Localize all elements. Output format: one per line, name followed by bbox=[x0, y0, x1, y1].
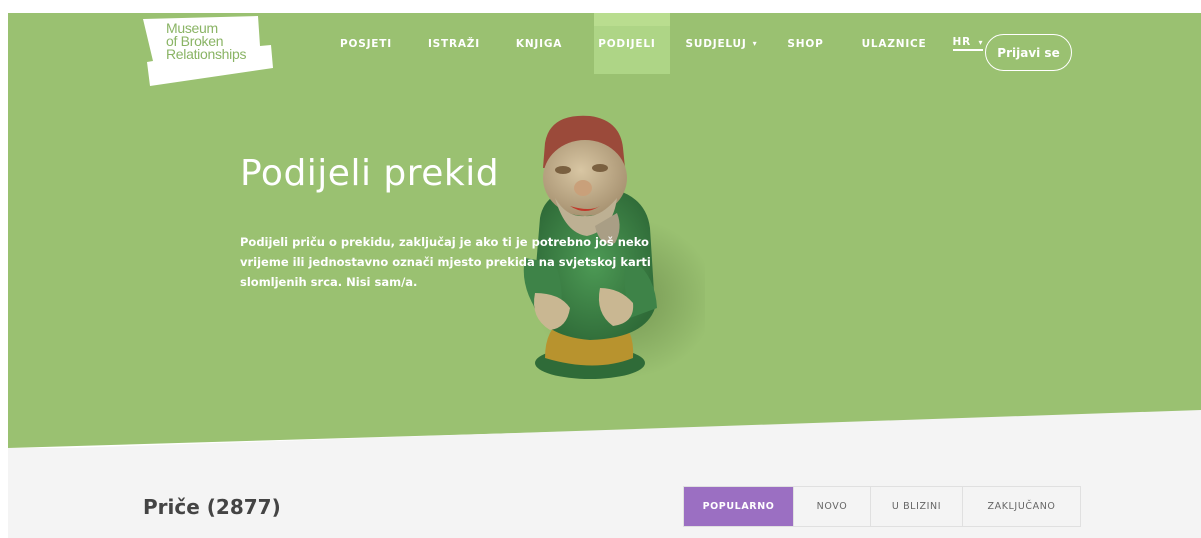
nav-item-podijeli[interactable]: PODIJELI bbox=[598, 13, 655, 74]
stories-filter-tabs: POPULARNO NOVO U BLIZINI ZAKLJUČANO bbox=[683, 486, 1081, 527]
language-code: HR bbox=[952, 36, 971, 48]
nav-item-sudjeluj[interactable]: SUDJELUJ ▾ bbox=[686, 13, 758, 74]
nav-item-shop[interactable]: SHOP bbox=[787, 13, 823, 74]
tab-zakljucano[interactable]: ZAKLJUČANO bbox=[963, 487, 1080, 526]
language-label: HR ▾ bbox=[952, 36, 984, 51]
logo-text: Museum of Broken Relationships bbox=[166, 21, 276, 62]
nav-item-istrazi[interactable]: ISTRAŽI bbox=[428, 13, 480, 74]
chevron-down-icon: ▾ bbox=[752, 39, 758, 48]
chevron-down-icon: ▾ bbox=[978, 38, 984, 47]
nav-item-ulaznice[interactable]: ULAZNICE bbox=[862, 13, 927, 74]
language-selector[interactable]: HR ▾ bbox=[952, 13, 984, 74]
hero-description: Podijeli priču o prekidu, zaključaj je a… bbox=[240, 235, 651, 289]
nav-item-knjiga[interactable]: KNJIGA bbox=[516, 13, 562, 74]
stories-title: Priče (2877) bbox=[143, 495, 281, 519]
tab-novo[interactable]: NOVO bbox=[794, 487, 871, 526]
tab-u-blizini[interactable]: U BLIZINI bbox=[871, 487, 963, 526]
main-nav: POSJETI ISTRAŽI KNJIGA PODIJELI SUDJELUJ… bbox=[340, 13, 984, 74]
logo-line-relationships: Relationships bbox=[166, 46, 247, 62]
login-button[interactable]: Prijavi se bbox=[985, 34, 1072, 71]
tab-popularno[interactable]: POPULARNO bbox=[684, 487, 794, 526]
nav-item-posjeti[interactable]: POSJETI bbox=[340, 13, 392, 74]
nav-item-sudjeluj-label: SUDJELUJ bbox=[685, 37, 747, 50]
site-logo[interactable]: Museum of Broken Relationships bbox=[143, 16, 273, 88]
page-title: Podijeli prekid bbox=[240, 153, 500, 194]
